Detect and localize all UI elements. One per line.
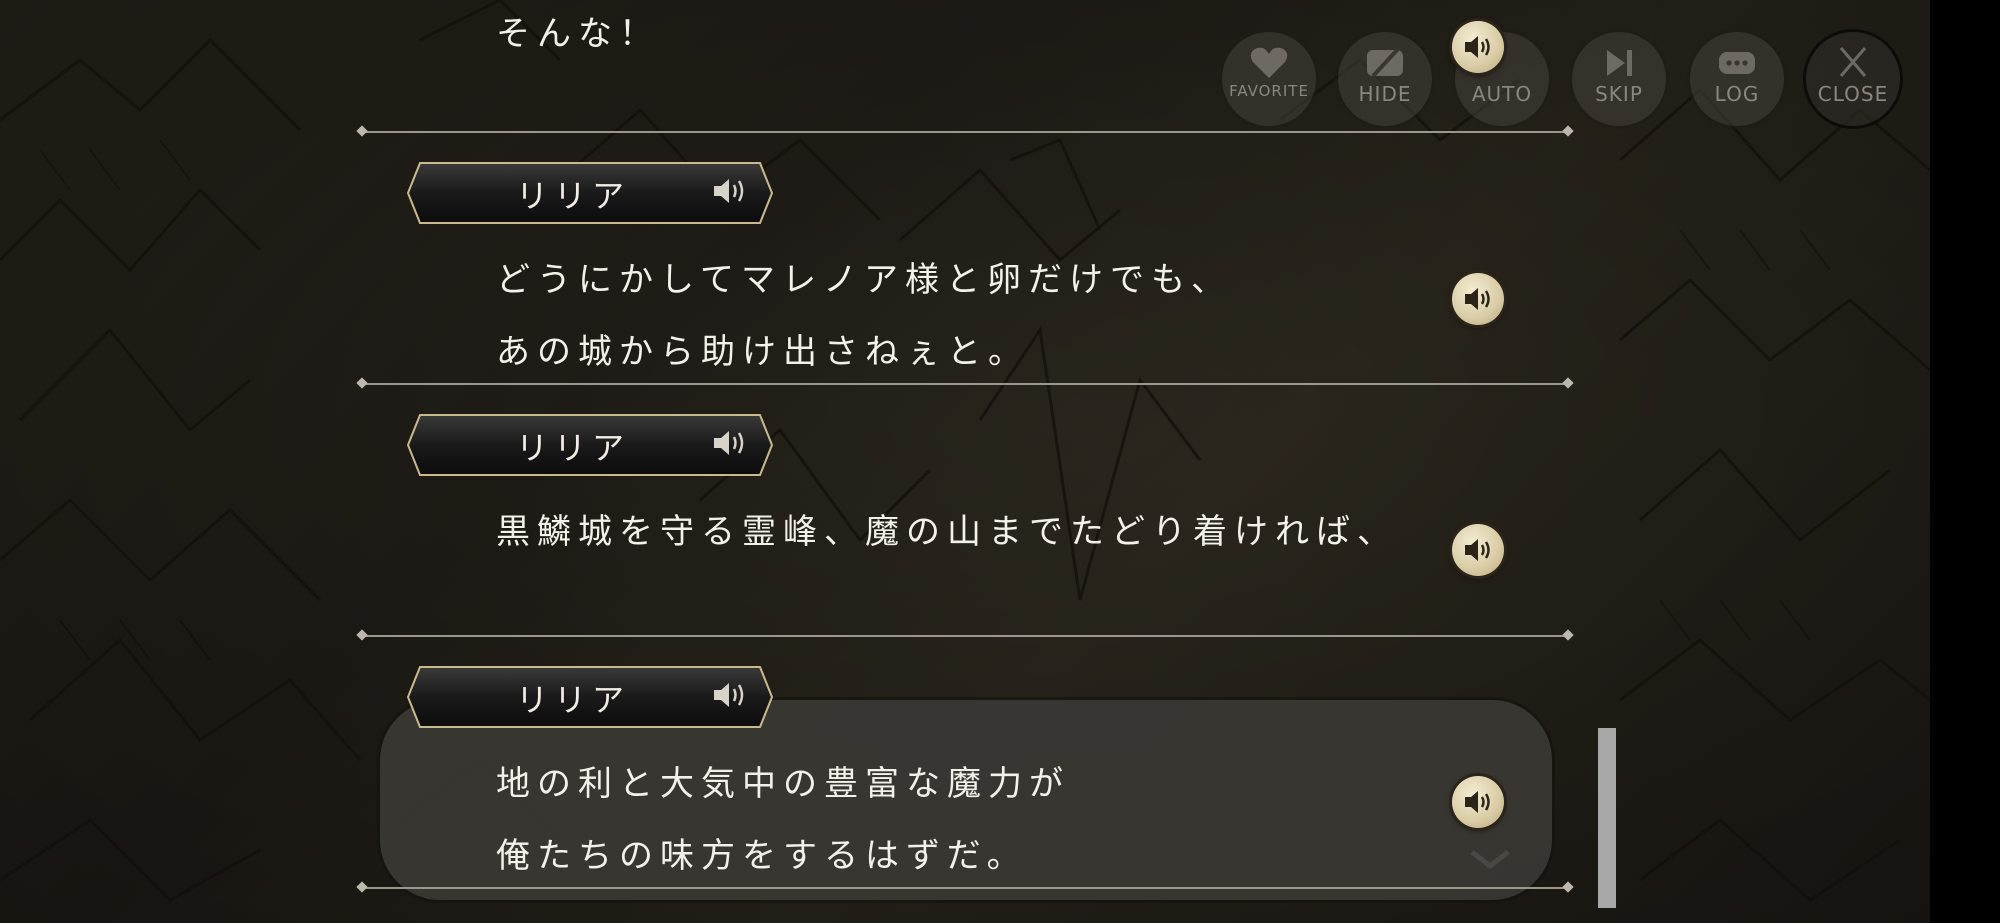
voice-play-button[interactable] — [1452, 776, 1504, 828]
chat-bubble-icon — [1719, 52, 1755, 74]
speaker-icon — [1465, 36, 1490, 58]
log-label: LOG — [1714, 82, 1760, 106]
log-line: どうにかしてマレノア様と卵だけでも、 — [496, 260, 1232, 300]
speaker-icon — [714, 431, 744, 455]
log-divider — [362, 383, 1568, 385]
log-line-top-fragment: そんな！ — [496, 14, 660, 54]
log-divider — [362, 131, 1568, 133]
favorite-button[interactable]: FAVORITE — [1222, 32, 1316, 126]
speaker-icon — [714, 683, 744, 707]
skip-icon — [1607, 50, 1632, 76]
voice-play-button-overlay[interactable] — [1452, 21, 1504, 73]
close-icon — [1839, 47, 1867, 77]
speaker-name: リリア — [516, 429, 631, 467]
chevron-down-icon — [1470, 850, 1510, 870]
log-divider — [362, 887, 1568, 889]
log-line: 黒鱗城を守る霊峰、魔の山までたどり着ければ、 — [496, 512, 1398, 552]
eye-slash-icon — [1367, 46, 1403, 78]
screen-edge-bar — [1930, 0, 2000, 923]
heart-icon — [1250, 47, 1288, 78]
close-button[interactable]: CLOSE — [1806, 32, 1900, 126]
skip-label: SKIP — [1595, 82, 1643, 106]
hide-button[interactable]: HIDE — [1338, 32, 1432, 126]
speaker-nameplate: リリア — [406, 161, 774, 224]
skip-button[interactable]: SKIP — [1572, 32, 1666, 126]
log-divider — [362, 635, 1568, 637]
speaker-icon — [1465, 539, 1490, 561]
speaker-name: リリア — [516, 177, 631, 215]
auto-label: AUTO — [1471, 82, 1533, 106]
log-scrollbar-thumb[interactable] — [1598, 728, 1616, 908]
log-line: 俺たちの味方をするはずだ。 — [496, 836, 1028, 876]
favorite-label: FAVORITE — [1229, 82, 1309, 100]
speaker-name: リリア — [516, 681, 631, 719]
log-line: あの城から助け出さねぇと。 — [496, 332, 1029, 372]
speaker-icon — [1465, 791, 1490, 813]
hide-label: HIDE — [1358, 82, 1412, 106]
close-label: CLOSE — [1817, 82, 1889, 106]
speaker-icon — [714, 179, 744, 203]
speaker-nameplate: リリア — [406, 413, 774, 476]
speaker-nameplate: リリア — [406, 665, 774, 728]
voice-play-button[interactable] — [1452, 273, 1504, 325]
speaker-icon — [1465, 288, 1490, 310]
voice-play-button[interactable] — [1452, 524, 1504, 576]
log-line: 地の利と大気中の豊富な魔力が — [496, 764, 1070, 804]
log-button[interactable]: LOG — [1690, 32, 1784, 126]
